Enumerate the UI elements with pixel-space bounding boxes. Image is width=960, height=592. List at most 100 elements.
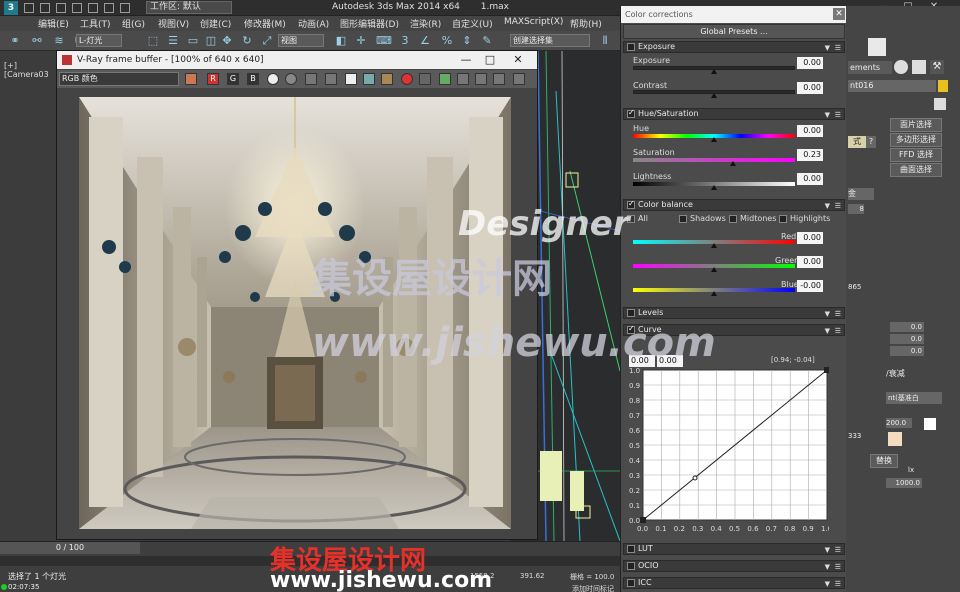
exposure-section-header[interactable]: Exposure ▼ ☰: [623, 41, 845, 53]
track-mouse-icon[interactable]: [381, 73, 393, 85]
select-by-name-icon[interactable]: ☰: [166, 34, 180, 48]
lut-section-header[interactable]: LUT ▼ ☰: [623, 543, 845, 555]
section-menu-icon[interactable]: ☰: [835, 201, 841, 211]
vray-frame-buffer-window[interactable]: V-Ray frame buffer - [100% of 640 x 640]…: [56, 50, 538, 540]
spinner-snap-icon[interactable]: ⇕: [460, 34, 474, 48]
exposure-checkbox[interactable]: [627, 43, 635, 51]
pivot-icon[interactable]: ◧: [334, 34, 348, 48]
expand-arrow-icon[interactable]: ▼: [825, 562, 830, 572]
collapse-arrow-icon[interactable]: ▼: [825, 110, 830, 120]
cc-close-icon[interactable]: ✕: [833, 8, 845, 20]
alpha-channel-icon[interactable]: [267, 73, 279, 85]
mode-dropdown[interactable]: nt(基准白: [886, 392, 942, 404]
section-menu-icon[interactable]: ☰: [835, 110, 841, 120]
saturation-slider[interactable]: [633, 158, 795, 162]
color-corrections-panel[interactable]: Color corrections ✕ Global Presets ... E…: [620, 6, 847, 592]
track-bar[interactable]: [0, 556, 620, 566]
menu-graph-editors[interactable]: 图形编辑器(D): [340, 17, 399, 30]
menu-maxscript[interactable]: MAXScript(X): [504, 17, 563, 27]
max-logo-icon[interactable]: 3: [4, 1, 18, 15]
light-color-swatch[interactable]: [888, 432, 902, 446]
section-menu-icon[interactable]: ☰: [835, 545, 841, 555]
workspace-dropdown[interactable]: 工作区: 默认: [146, 1, 232, 14]
render-image[interactable]: [79, 97, 511, 529]
duplicate-icon[interactable]: [363, 73, 375, 85]
midtones-checkbox[interactable]: [729, 215, 737, 223]
link-icon[interactable]: ⚭: [8, 34, 22, 48]
menu-views[interactable]: 视图(V): [158, 17, 189, 30]
ocio-checkbox[interactable]: [627, 562, 635, 570]
cyan-red-slider-thumb[interactable]: [711, 243, 717, 248]
load-image-icon[interactable]: [325, 73, 337, 85]
cc-titlebar[interactable]: Color corrections ✕: [621, 6, 847, 23]
spinner-1[interactable]: 0.0: [890, 322, 924, 332]
shadows-checkbox[interactable]: [679, 215, 687, 223]
menu-animation[interactable]: 动画(A): [298, 17, 329, 30]
hue-value[interactable]: 0.00: [797, 125, 823, 137]
rotate-icon[interactable]: ↻: [240, 34, 254, 48]
expand-arrow-icon[interactable]: ▼: [825, 309, 830, 319]
surface-select-button[interactable]: 曲面选择: [890, 163, 942, 177]
menu-customize[interactable]: 自定义(U): [452, 17, 493, 30]
color-corrections-icon[interactable]: [439, 73, 451, 85]
move-icon[interactable]: ✥: [220, 34, 234, 48]
red-value[interactable]: 0.00: [797, 232, 823, 244]
levels-checkbox[interactable]: [627, 309, 635, 317]
coord-y[interactable]: 391.62: [520, 572, 545, 580]
menu-modifiers[interactable]: 修改器(M): [244, 17, 286, 30]
save-image-icon[interactable]: [305, 73, 317, 85]
rect-selection-icon[interactable]: ▭: [186, 34, 200, 48]
lightness-slider-thumb[interactable]: [711, 185, 717, 190]
contrast-slider-thumb[interactable]: [711, 93, 717, 98]
curve-point-end[interactable]: [824, 367, 830, 373]
help-icon[interactable]: ?: [866, 136, 876, 148]
clear-image-icon[interactable]: [345, 73, 357, 85]
section-menu-icon[interactable]: ☰: [835, 309, 841, 319]
menu-create[interactable]: 创建(C): [200, 17, 231, 30]
global-presets-button[interactable]: Global Presets ...: [623, 24, 845, 39]
reference-coord-dropdown[interactable]: 视图: [278, 34, 324, 47]
edit-named-sel-icon[interactable]: ✎: [480, 34, 494, 48]
ocio-section-header[interactable]: OCIO ▼ ☰: [623, 560, 845, 572]
green-value[interactable]: 0.00: [797, 256, 823, 268]
blue-channel-button[interactable]: B: [247, 73, 259, 85]
magenta-green-slider-thumb[interactable]: [711, 267, 717, 272]
color-picker-icon[interactable]: [185, 73, 197, 85]
expand-arrow-icon[interactable]: ▼: [825, 579, 830, 589]
bind-spacewarp-icon[interactable]: ≋: [52, 34, 66, 48]
collapse-arrow-icon[interactable]: ▼: [825, 201, 830, 211]
value-8[interactable]: 8: [848, 204, 864, 214]
section-menu-icon[interactable]: ☰: [835, 562, 841, 572]
hue-sat-checkbox[interactable]: [627, 108, 635, 118]
named-selection-dropdown[interactable]: 创建选择集: [510, 34, 590, 47]
saturation-slider-thumb[interactable]: [730, 161, 736, 166]
poly-select-button[interactable]: 多边形选择: [890, 133, 942, 147]
object-color-swatch[interactable]: [938, 80, 948, 92]
curve-editor[interactable]: 1.0 0.9 0.8 0.7 0.6 0.5 0.4 0.3 0.2 0.1 0.0 0.0 0.1…: [629, 366, 832, 534]
exposure-slider-thumb[interactable]: [711, 69, 717, 74]
value-200[interactable]: 200.0: [886, 418, 912, 428]
curve-point-mid[interactable]: [692, 475, 698, 481]
object-name-field[interactable]: nt016: [848, 80, 936, 92]
ffd-select-button[interactable]: FFD 选择: [890, 148, 942, 162]
mono-channel-icon[interactable]: [285, 73, 297, 85]
color-swatch-white[interactable]: [924, 418, 936, 430]
color-balance-checkbox[interactable]: [627, 199, 635, 209]
pixel-info-icon[interactable]: [493, 73, 505, 85]
spinner-2[interactable]: 0.0: [890, 334, 924, 344]
vfb-minimize-icon[interactable]: —: [453, 51, 479, 69]
section-menu-icon[interactable]: ☰: [835, 579, 841, 589]
red-channel-button[interactable]: R: [207, 73, 219, 85]
contrast-value[interactable]: 0.00: [797, 82, 823, 94]
curve-point-start[interactable]: [640, 517, 646, 523]
display-icon[interactable]: [912, 60, 926, 74]
select-manipulate-icon[interactable]: ✛: [354, 34, 368, 48]
add-time-tag[interactable]: 添加时间标记: [572, 584, 614, 592]
panel-close-icon[interactable]: [868, 38, 886, 56]
coord-x[interactable]: 1559.2: [470, 572, 495, 580]
history-icon[interactable]: [513, 73, 525, 85]
icc-checkbox[interactable]: [627, 579, 635, 587]
window-crossing-icon[interactable]: ◫: [204, 34, 218, 48]
snap-icon[interactable]: 3: [398, 34, 412, 48]
command-tab[interactable]: ements: [848, 61, 892, 74]
